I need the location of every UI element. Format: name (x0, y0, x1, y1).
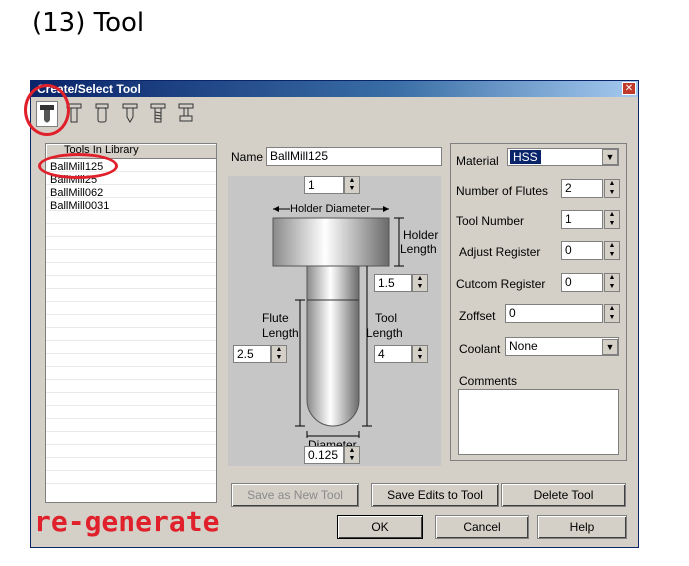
bull-mill-tool-icon[interactable] (92, 101, 114, 127)
name-input[interactable]: BallMill125 (266, 147, 442, 166)
diameter-spinner[interactable]: ▲ ▼ (344, 446, 360, 464)
diameter-input[interactable]: 0.125 (304, 446, 344, 464)
annotation-text: re-generate (34, 505, 220, 538)
cancel-button[interactable]: Cancel (435, 515, 529, 539)
slot-tool-icon[interactable] (176, 101, 198, 127)
tool-length-input[interactable]: 4 (374, 345, 412, 363)
flute-length-label-2: Length (262, 326, 299, 340)
list-item[interactable]: BallMill062 (48, 187, 215, 200)
help-button[interactable]: Help (537, 515, 627, 539)
tool-length-label-1: Tool (375, 311, 398, 325)
create-select-tool-dialog: Create/Select Tool ✕ Tools In Library Ba… (30, 80, 639, 548)
list-item[interactable]: BallMill0031 (48, 200, 215, 213)
holder-length-label-2: Length (400, 242, 437, 256)
holder-diameter-label: Holder Diameter (290, 203, 371, 215)
zoffset-spinner[interactable]: ▲ ▼ (604, 304, 620, 323)
holder-length-input[interactable]: 1.5 (374, 274, 412, 292)
flutes-input[interactable]: 2 (561, 179, 603, 198)
tool-library-list[interactable]: Tools In Library BallMill125 BallMill25 … (45, 143, 217, 503)
tool-number-label: Tool Number (456, 214, 525, 228)
tool-length-label-2: Length (366, 326, 403, 340)
chevron-down-icon[interactable]: ▼ (602, 149, 618, 165)
comments-label: Comments (459, 374, 518, 388)
tap-tool-icon[interactable] (148, 101, 170, 127)
material-label: Material (456, 154, 499, 168)
comments-textarea[interactable] (458, 389, 619, 455)
save-edits-button[interactable]: Save Edits to Tool (371, 483, 499, 507)
cutcom-register-input[interactable]: 0 (561, 273, 603, 292)
adjust-register-input[interactable]: 0 (561, 241, 603, 260)
chamfer-tool-icon[interactable] (120, 101, 142, 127)
top-spinner[interactable]: ▲ ▼ (344, 176, 360, 194)
zoffset-input[interactable]: 0 (505, 304, 603, 323)
flute-length-label-1: Flute (262, 311, 289, 325)
coolant-value: None (509, 339, 538, 353)
delete-tool-button[interactable]: Delete Tool (501, 483, 626, 507)
tool-length-spinner[interactable]: ▲ ▼ (412, 345, 428, 363)
flutes-label: Number of Flutes (456, 184, 549, 198)
flute-length-input[interactable]: 2.5 (233, 345, 271, 363)
tool-diagram-graphic (272, 206, 404, 438)
highlight-circle-toolbar (24, 84, 70, 136)
holder-length-spinner[interactable]: ▲ ▼ (412, 274, 428, 292)
cutcom-register-label: Cutcom Register (456, 277, 546, 291)
ok-button[interactable]: OK (337, 515, 423, 539)
flute-length-spinner[interactable]: ▲ ▼ (271, 345, 287, 363)
holder-length-label-1: Holder (403, 228, 439, 242)
adjust-register-spinner[interactable]: ▲ ▼ (604, 241, 620, 260)
zoffset-label: Zoffset (459, 309, 496, 323)
highlight-circle-list-item (38, 153, 118, 179)
chevron-down-icon[interactable]: ▼ (602, 339, 618, 355)
material-value: HSS (510, 150, 541, 164)
close-icon[interactable]: ✕ (622, 82, 636, 95)
save-as-new-tool-button[interactable]: Save as New Tool (231, 483, 359, 507)
slide-title: (13) Tool (32, 8, 145, 38)
material-select[interactable]: HSS ▼ (507, 148, 619, 166)
name-label: Name (231, 150, 264, 164)
coolant-select[interactable]: None ▼ (505, 337, 619, 356)
coolant-label: Coolant (459, 342, 501, 356)
cutcom-register-spinner[interactable]: ▲ ▼ (604, 273, 620, 292)
tool-number-input[interactable]: 1 (561, 210, 603, 229)
adjust-register-label: Adjust Register (459, 245, 541, 259)
tool-number-spinner[interactable]: ▲ ▼ (604, 210, 620, 229)
flutes-spinner[interactable]: ▲ ▼ (604, 179, 620, 198)
title-bar: Create/Select Tool ✕ (31, 81, 638, 97)
tool-diagram: Holder Diameter Holder Length Flute Leng… (228, 176, 441, 466)
top-spinner-input[interactable]: 1 (304, 176, 344, 194)
